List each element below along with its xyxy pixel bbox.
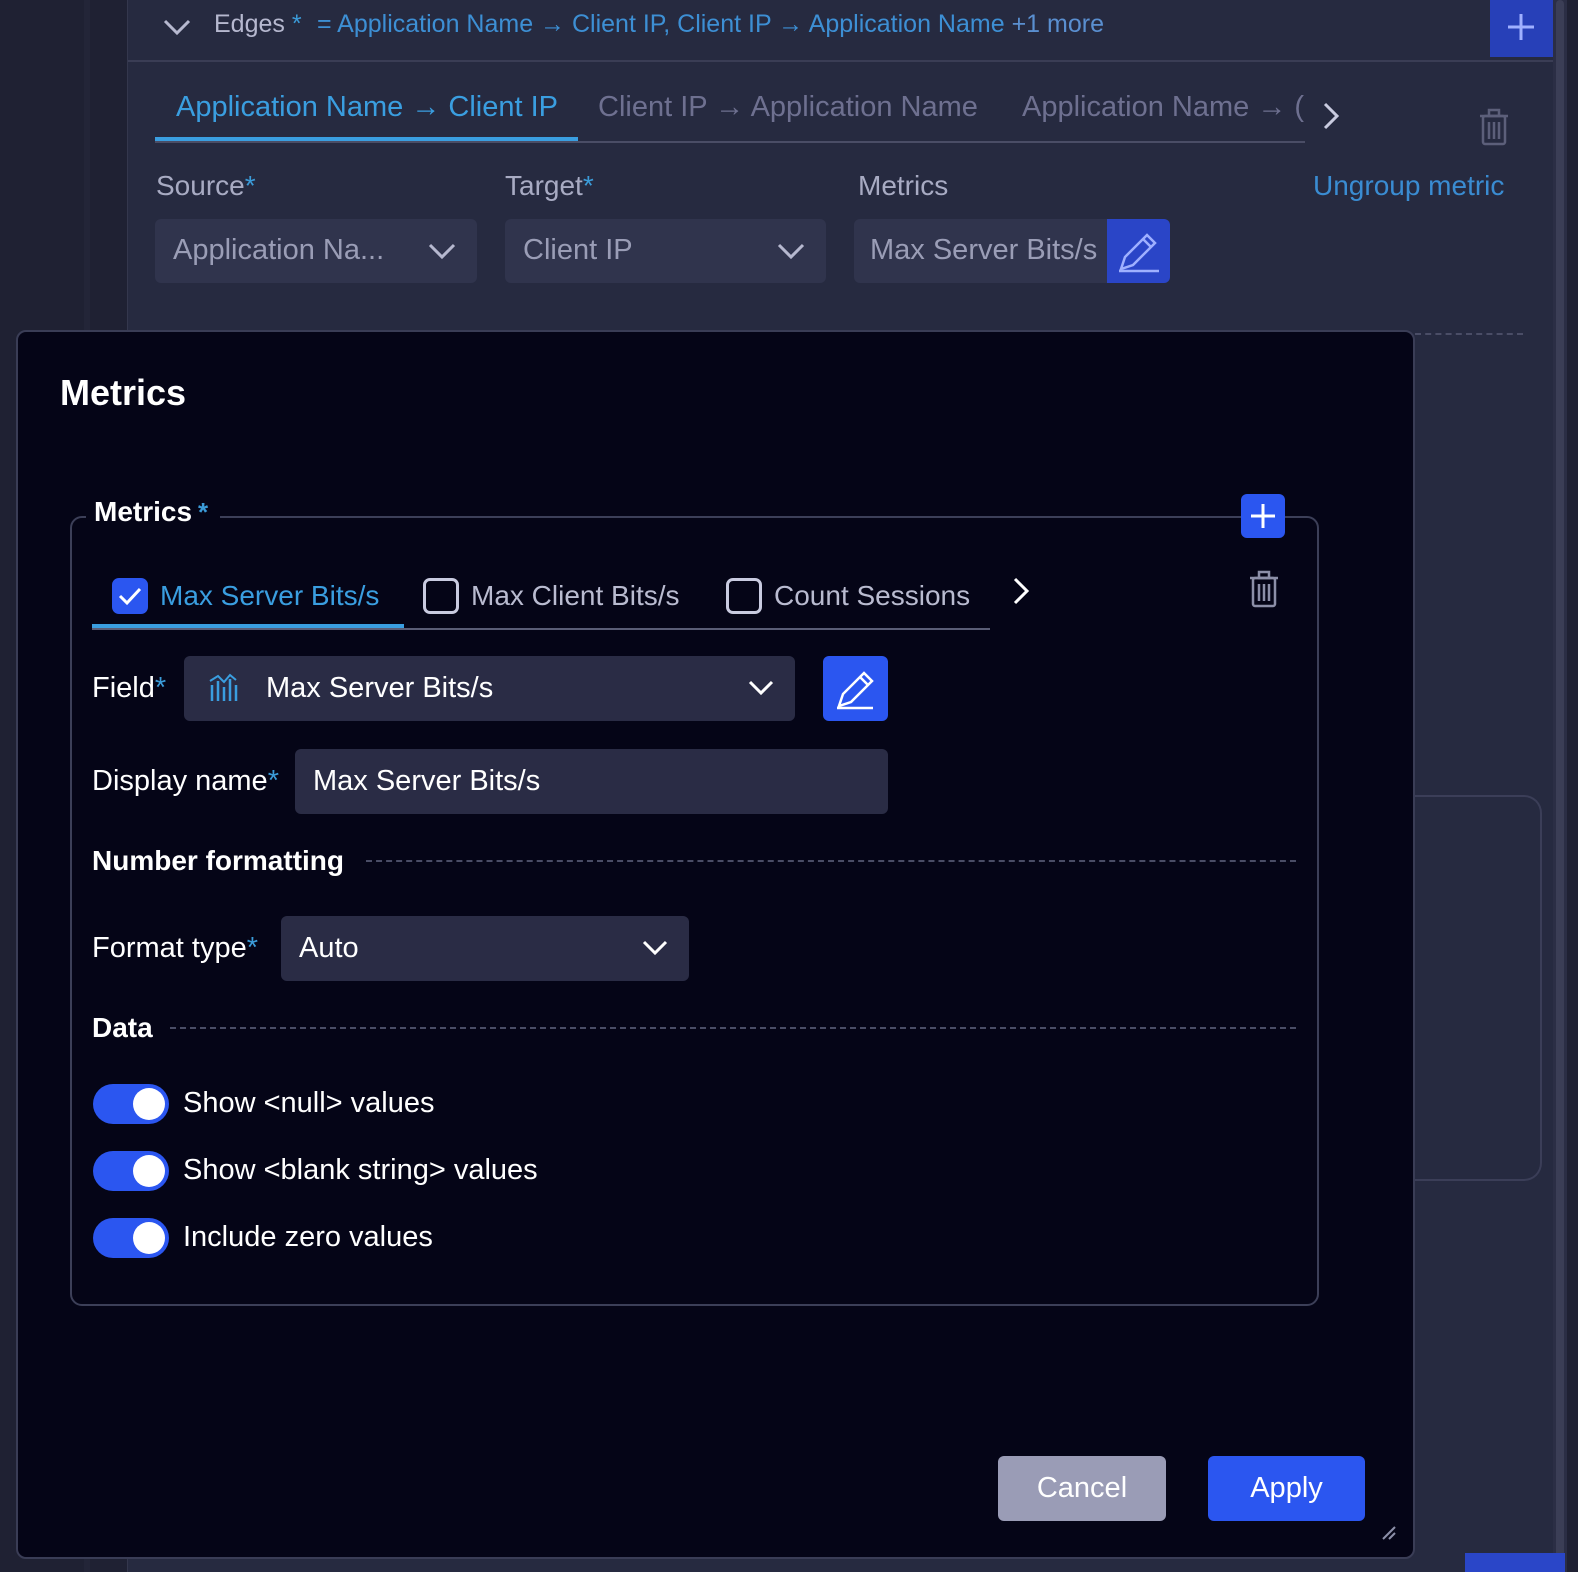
active-tab-underline xyxy=(155,137,578,141)
apply-button[interactable]: Apply xyxy=(1208,1456,1365,1521)
edges-summary: = Application Name → Client IP, Client I… xyxy=(317,10,1104,38)
trash-icon[interactable] xyxy=(1248,570,1280,608)
include-zero-toggle[interactable] xyxy=(93,1218,169,1258)
data-heading: Data xyxy=(92,1012,153,1043)
tab-app-to-client[interactable]: Application Name → Client IP xyxy=(176,91,558,124)
target-label: Target* xyxy=(505,170,594,201)
number-formatting-heading: Number formatting xyxy=(92,845,344,876)
scrollbar[interactable] xyxy=(1553,0,1567,1572)
checkbox[interactable] xyxy=(423,578,459,614)
chevron-down-icon xyxy=(428,243,456,260)
display-name-input[interactable]: Max Server Bits/s xyxy=(295,749,888,814)
add-metric-button[interactable] xyxy=(1241,494,1285,538)
pencil-icon xyxy=(837,671,874,710)
divider xyxy=(366,860,1296,862)
chevron-down-icon[interactable] xyxy=(162,14,192,40)
show-null-toggle[interactable] xyxy=(93,1084,169,1124)
chevron-down-icon xyxy=(642,940,668,956)
edges-label: Edges * xyxy=(214,10,302,38)
cancel-button[interactable]: Cancel xyxy=(998,1456,1166,1521)
add-edge-button[interactable] xyxy=(1490,0,1553,57)
chevron-down-icon xyxy=(777,243,805,260)
ungroup-metric-link[interactable]: Ungroup metric xyxy=(1313,170,1504,202)
checkbox[interactable] xyxy=(726,578,762,614)
tab-app-to-third[interactable]: Application Name → ( xyxy=(1022,91,1305,124)
metric-tabs: Max Server Bits/s Max Client Bits/s Coun… xyxy=(92,570,990,630)
display-name-label: Display name* xyxy=(92,765,279,797)
metrics-value-box: Max Server Bits/s xyxy=(854,219,1108,283)
source-label: Source* xyxy=(156,170,256,201)
field-label: Field* xyxy=(92,672,167,704)
format-type-label: Format type* xyxy=(92,932,259,964)
trash-icon[interactable] xyxy=(1478,108,1510,146)
include-zero-label: Include zero values xyxy=(183,1221,433,1253)
check-icon xyxy=(118,587,142,606)
active-tab-underline xyxy=(92,624,404,628)
chevron-right-icon[interactable] xyxy=(1320,100,1342,132)
resize-handle-icon[interactable] xyxy=(1381,1525,1397,1541)
edit-field-button[interactable] xyxy=(823,656,888,721)
bar-chart-icon xyxy=(209,673,238,701)
divider xyxy=(1415,333,1523,335)
edit-metrics-button[interactable] xyxy=(1107,219,1170,283)
show-null-label: Show <null> values xyxy=(183,1087,435,1119)
source-select[interactable]: Application Na... xyxy=(155,219,477,283)
tab-client-to-app[interactable]: Client IP → Application Name xyxy=(598,91,978,124)
field-select[interactable]: Max Server Bits/s xyxy=(184,656,795,721)
bottom-button-edge[interactable] xyxy=(1465,1553,1565,1572)
chevron-down-icon xyxy=(748,680,774,696)
divider xyxy=(170,1027,1296,1029)
checkbox[interactable] xyxy=(112,578,148,614)
show-blank-label: Show <blank string> values xyxy=(183,1154,538,1186)
metrics-modal: Metrics Metrics * Max Server Bits/s Max C… xyxy=(16,330,1415,1559)
plus-icon xyxy=(1508,14,1534,40)
metrics-fieldset: Metrics * xyxy=(70,496,1319,1306)
plus-icon xyxy=(1251,504,1275,528)
edge-tabs: Application Name → Client IP Client IP →… xyxy=(155,85,1305,143)
fieldset-legend: Metrics * xyxy=(86,496,221,528)
pencil-icon xyxy=(1119,233,1159,273)
target-select[interactable]: Client IP xyxy=(505,219,826,283)
metrics-label: Metrics xyxy=(858,170,949,201)
edges-header[interactable]: Edges * = Application Name → Client IP, … xyxy=(128,0,1553,62)
format-type-select[interactable]: Auto xyxy=(281,916,689,981)
chevron-right-icon[interactable] xyxy=(1010,575,1032,607)
show-blank-toggle[interactable] xyxy=(93,1151,169,1191)
modal-title: Metrics xyxy=(60,372,187,413)
